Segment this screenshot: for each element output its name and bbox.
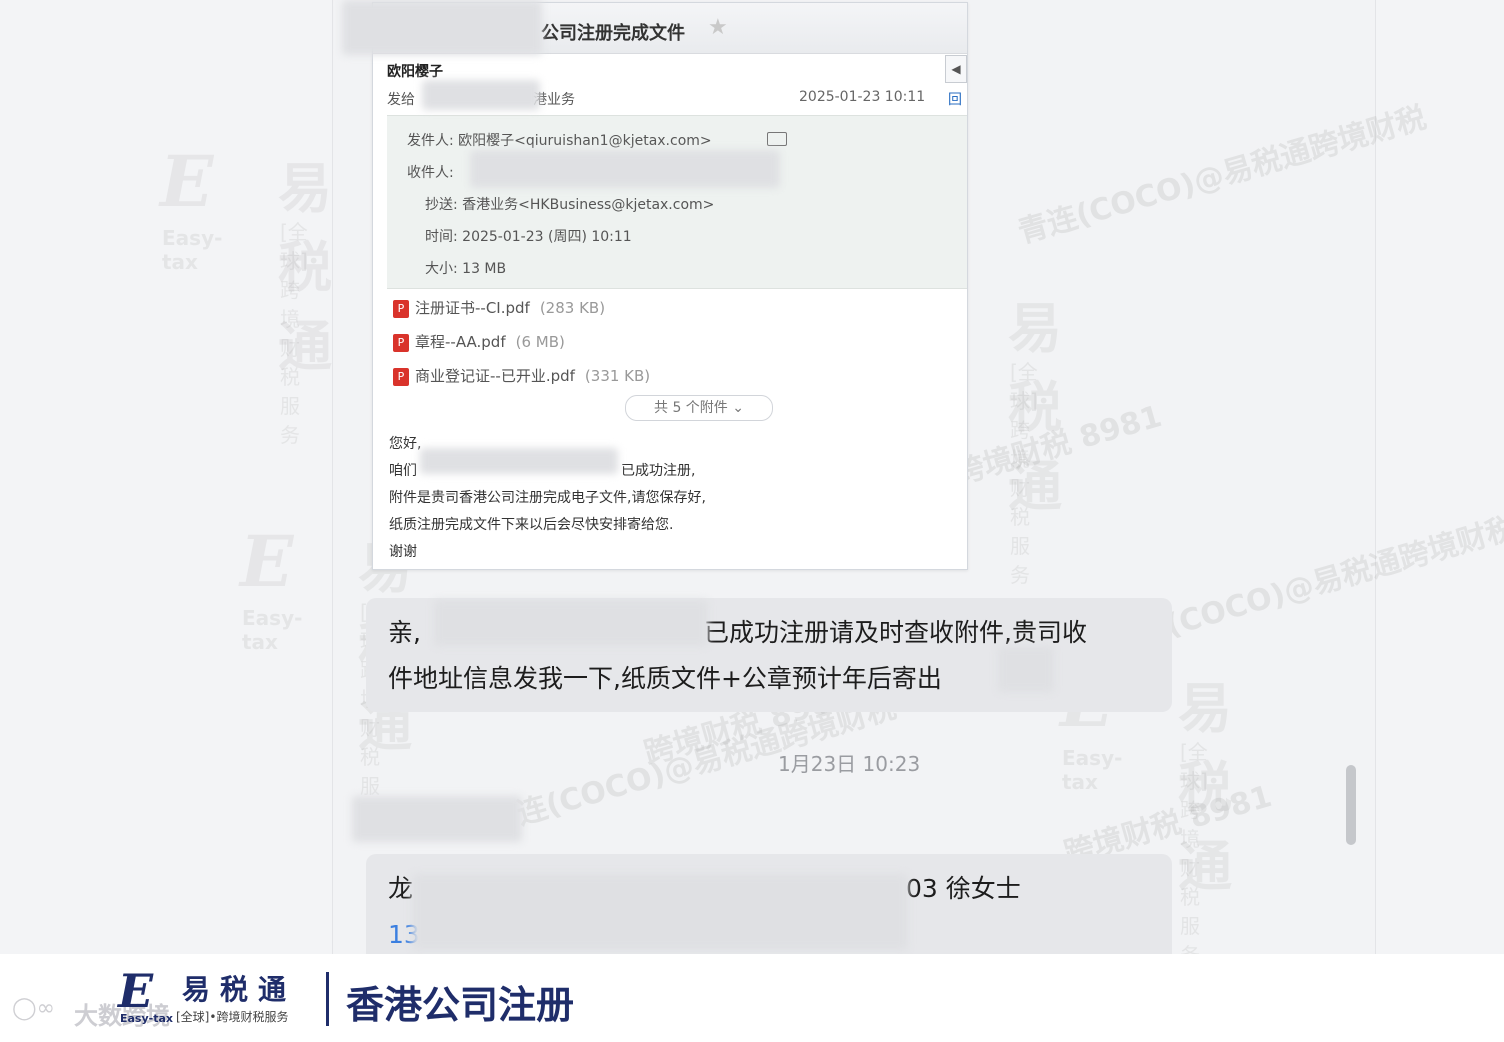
attachment-item: P 商业登记证--已开业.pdf (331 KB) — [393, 365, 650, 387]
footer-banner: ◯∞ 大数跨境 E 易税通 Easy-tax [全球]•跨境财税服务 香港公司注… — [0, 954, 1504, 1042]
redaction-blur — [352, 796, 522, 842]
message-text-start: 亲, — [388, 618, 421, 647]
attachment-count-pill: 共 5 个附件 ⌄ — [625, 395, 773, 421]
redaction-blur — [434, 600, 708, 646]
pdf-icon: P — [393, 299, 409, 318]
message-text-start: 龙 — [388, 874, 414, 903]
attachment-size: (331 KB) — [584, 367, 651, 385]
pdf-icon: P — [393, 333, 409, 352]
email-to-prefix: 发给 — [387, 92, 415, 108]
redaction-blur — [412, 874, 908, 950]
email-body-line2: 附件是贵司香港公司注册完成电子文件,请您保存好, — [389, 490, 706, 506]
brand-logo-en: Easy-tax — [120, 1012, 173, 1025]
redaction-blur — [342, 0, 542, 55]
watermark-logo: E 易税通 Easy-tax [全球]•跨境财税服务 — [160, 140, 332, 447]
attachment-name: 注册证书--CI.pdf — [415, 299, 530, 317]
message-text-line2: 件地址信息发我一下,纸质文件+公章预计年后寄出 — [388, 664, 942, 693]
email-size-line: 大小: 13 MB — [425, 261, 507, 277]
email-cc-line: 抄送: 香港业务<HKBusiness@kjetax.com> — [425, 197, 715, 213]
brand-logo-tag: [全球]•跨境财税服务 — [176, 1010, 289, 1024]
message-timestamp: 1月23日 10:23 — [778, 752, 921, 776]
pdf-icon: P — [393, 367, 409, 386]
reply-link: 回 — [948, 92, 962, 108]
email-subject: 公司注册完成文件 — [541, 23, 685, 44]
watermark-logo-mark: E — [160, 140, 214, 223]
watermark-brand-en: Easy-tax — [162, 226, 223, 274]
email-from-line: 发件人: 欧阳樱子<qiuruishan1@kjetax.com> — [407, 133, 712, 149]
attachment-name: 章程--AA.pdf — [415, 333, 506, 351]
email-body-line3: 纸质注册完成文件下来以后会尽快安排寄给您. — [389, 517, 674, 533]
attachment-size: (6 MB) — [515, 333, 565, 351]
watermark-brand-en: Easy-tax — [242, 606, 303, 654]
email-time-line: 时间: 2025-01-23 (周四) 10:11 — [425, 229, 632, 245]
attachment-size: (283 KB) — [539, 299, 606, 317]
email-date: 2025-01-23 10:11 — [799, 89, 926, 105]
watermark-logo-mark: E — [240, 520, 294, 603]
collapse-arrow-icon: ◀ — [945, 55, 967, 83]
watermark-brand-tag: [全球]•跨境财税服务 — [280, 220, 320, 447]
brand-logo-cn: 易税通 — [182, 973, 297, 1006]
attachment-name: 商业登记证--已开业.pdf — [415, 367, 575, 385]
contact-card-icon — [767, 132, 787, 146]
brand-logo-mark: E — [118, 964, 154, 1018]
redaction-blur — [998, 646, 1054, 692]
email-body-thanks: 谢谢 — [389, 544, 417, 560]
redaction-blur — [470, 150, 780, 188]
email-header-details: 发件人: 欧阳樱子<qiuruishan1@kjetax.com> 收件人: 抄… — [387, 115, 967, 289]
attachment-item: P 注册证书--CI.pdf (283 KB) — [393, 297, 605, 319]
scrollbar-thumb[interactable] — [1346, 765, 1356, 845]
watermark-logo: E 易税通 Easy-tax [全球]•跨境财税服务 — [240, 520, 412, 827]
email-body-line1-start: 咱们 — [389, 463, 417, 479]
email-recipient-label: 收件人: — [407, 165, 454, 181]
footer-title: 香港公司注册 — [346, 983, 575, 1027]
redaction-blur — [420, 448, 618, 474]
footer-divider — [326, 972, 329, 1026]
redaction-blur — [422, 80, 540, 110]
star-icon: ★ — [708, 15, 728, 40]
attachment-item: P 章程--AA.pdf (6 MB) — [393, 331, 565, 353]
platform-logo-icon: ◯∞ — [12, 996, 55, 1021]
message-text-end: 03 徐女士 — [906, 874, 1021, 903]
email-sender-name: 欧阳樱子 — [387, 64, 443, 80]
email-body-line1-end: 已成功注册, — [621, 463, 696, 479]
email-body-greeting: 您好, — [389, 436, 422, 452]
